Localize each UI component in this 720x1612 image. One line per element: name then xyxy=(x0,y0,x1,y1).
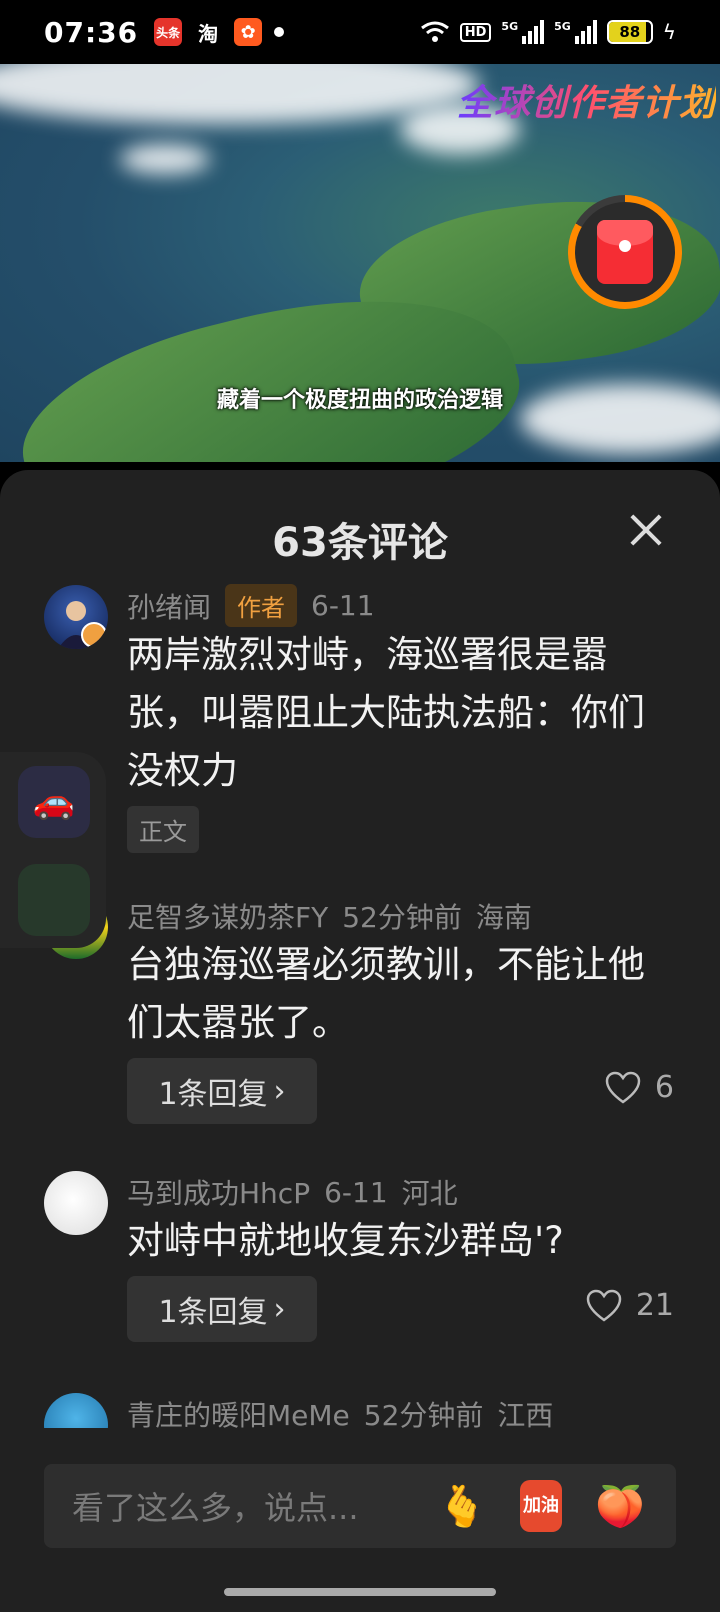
like-button[interactable]: 6 xyxy=(605,1070,674,1105)
comment-list[interactable]: 孙绪闻 作者 6-11 两岸激烈对峙，海巡署很是嚣张，叫嚣阻止大陆执法船：你们没… xyxy=(0,580,720,1428)
clock: 07:36 xyxy=(44,15,139,49)
comment-text[interactable]: 对峙中就地收复东沙群岛'? xyxy=(127,1212,667,1270)
comment-text[interactable]: 两岸激烈对峙，海巡署很是嚣张，叫嚣阻止大陆执法船：你们没权力 xyxy=(127,626,667,800)
battery-icon: 88 xyxy=(606,20,653,44)
comment-time: 6-11 xyxy=(311,589,375,622)
username[interactable]: 足智多谋奶茶FY xyxy=(127,896,328,936)
view-replies-button[interactable]: 1条回复 › xyxy=(127,1276,317,1342)
comment-input[interactable]: 看了这么多，说点... xyxy=(72,1483,404,1529)
avatar[interactable] xyxy=(44,1393,108,1428)
username[interactable]: 马到成功HhcP xyxy=(127,1172,310,1212)
username[interactable]: 青庄的暖阳MeMe xyxy=(127,1394,350,1428)
like-count: 21 xyxy=(635,1288,674,1323)
avatar[interactable] xyxy=(44,1171,108,1235)
toutiao-icon: 头条 xyxy=(154,18,183,46)
red-envelope-icon xyxy=(597,220,653,284)
like-count: 6 xyxy=(654,1070,674,1105)
taobao-icon: 淘 xyxy=(198,21,219,46)
comment-location: 江西 xyxy=(497,1399,554,1428)
signal-5g-icon-2: 5G xyxy=(554,20,597,44)
comment-count-title: 63条评论 xyxy=(272,520,448,566)
video-subtitle: 藏着一个极度扭曲的政治逻辑 xyxy=(216,388,503,413)
comment-panel: 63条评论 孙绪闻 作者 6-11 两岸激烈对峙，海巡署很是嚣张，叫嚣阻止大陆执… xyxy=(0,470,720,1612)
comment-location: 河北 xyxy=(401,1177,458,1210)
comment-time: 6-11 xyxy=(324,1175,388,1209)
username[interactable]: 孙绪闻 xyxy=(127,586,211,626)
comment-meta: 青庄的暖阳MeMe 52分钟前 江西 xyxy=(127,1394,553,1428)
view-replies-button[interactable]: 1条回复 › xyxy=(127,1058,317,1124)
comment-meta: 足智多谋奶茶FY 52分钟前 海南 xyxy=(127,896,532,936)
finger-heart-icon[interactable]: 🫰 xyxy=(434,1478,490,1534)
signal-5g-icon: 5G xyxy=(501,20,545,44)
charging-icon: ϟ xyxy=(662,20,676,44)
comment-time: 52分钟前 xyxy=(342,901,462,934)
comment-meta: 马到成功HhcP 6-11 河北 xyxy=(127,1172,458,1212)
video-player[interactable]: 全球创作者计划 藏着一个极度扭曲的政治逻辑 xyxy=(0,64,720,462)
system-icons: HD 5G 5G 88 ϟ xyxy=(420,20,676,44)
more-notifications-dot xyxy=(274,27,285,37)
heart-icon xyxy=(605,1071,641,1104)
wifi-icon xyxy=(420,21,449,42)
status-bar: 07:36 头条 淘 ✿ HD 5G 5G 88 ϟ xyxy=(0,0,720,64)
game-icon[interactable] xyxy=(18,864,90,936)
comment-meta: 孙绪闻 作者 6-11 xyxy=(127,584,375,627)
creator-program-logo: 全球创作者计划 xyxy=(457,74,716,126)
red-packet-button[interactable] xyxy=(568,195,682,309)
chevron-right-icon: › xyxy=(273,1291,286,1327)
car-icon[interactable]: 🚗 xyxy=(18,766,90,838)
like-button[interactable]: 21 xyxy=(586,1288,674,1323)
close-icon[interactable] xyxy=(626,510,666,550)
chevron-right-icon: › xyxy=(273,1073,286,1109)
comment-input-bar[interactable]: 看了这么多，说点... 🫰 加油 🍑 xyxy=(44,1464,676,1548)
floating-widget[interactable]: 🚗 xyxy=(0,752,106,948)
notification-icons: 头条 淘 ✿ xyxy=(154,18,285,46)
author-badge: 作者 xyxy=(225,584,298,627)
comment-location: 海南 xyxy=(475,901,532,934)
avatar[interactable] xyxy=(44,585,108,649)
kuaishou-icon: ✿ xyxy=(234,18,263,46)
home-indicator[interactable] xyxy=(224,1588,496,1596)
comment-text[interactable]: 台独海巡署必须教训，不能让他们太嚣张了。 xyxy=(127,936,667,1052)
jiayou-icon[interactable]: 加油 xyxy=(520,1480,562,1532)
hd-voice-icon: HD xyxy=(459,22,492,42)
peach-icon[interactable]: 🍑 xyxy=(592,1478,648,1534)
main-text-chip[interactable]: 正文 xyxy=(127,806,199,853)
heart-icon xyxy=(586,1289,622,1322)
comment-time: 52分钟前 xyxy=(363,1399,484,1428)
